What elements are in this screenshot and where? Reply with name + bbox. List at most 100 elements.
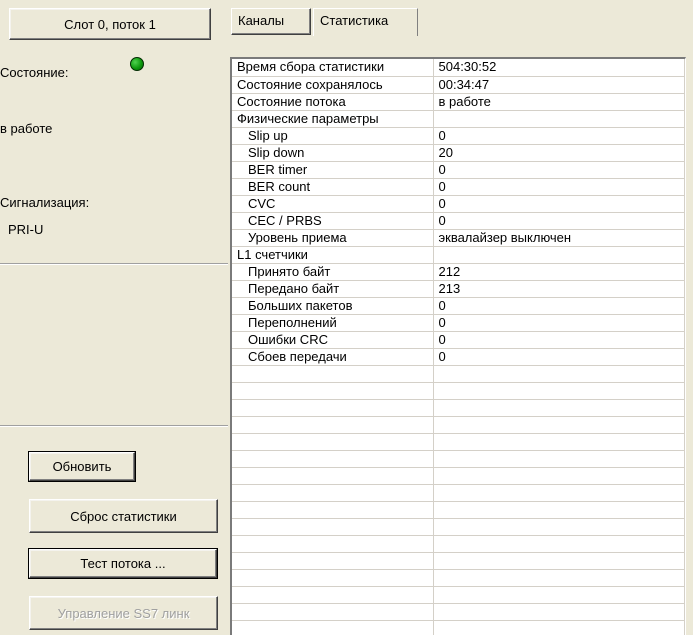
stat-name-cell: CVC	[232, 195, 434, 213]
stat-name-cell	[232, 484, 434, 502]
stream-test-button-label: Тест потока ...	[80, 556, 166, 571]
table-row[interactable]: Время сбора статистики 504:30:52	[232, 59, 685, 77]
stat-name-cell: Ошибки CRC	[232, 331, 434, 349]
stat-value-cell: 0	[433, 297, 685, 315]
table-row[interactable]	[232, 569, 685, 587]
stat-value-cell	[433, 586, 685, 604]
table-row[interactable]	[232, 382, 685, 400]
stat-value-cell: 0	[433, 127, 685, 145]
stat-value-cell: 0	[433, 314, 685, 332]
stat-name-cell: Slip down	[232, 144, 434, 162]
stat-name-cell	[232, 467, 434, 485]
stat-name-cell: Принято байт	[232, 263, 434, 281]
ss7-control-button-label: Управление SS7 линк	[57, 605, 190, 621]
table-row[interactable]: Физические параметры	[232, 110, 685, 128]
table-row[interactable]	[232, 586, 685, 604]
table-row[interactable]: CVC 0	[232, 195, 685, 213]
table-row[interactable]	[232, 365, 685, 383]
stat-name-cell: Slip up	[232, 127, 434, 145]
stat-value-cell	[433, 110, 685, 128]
table-row[interactable]	[232, 416, 685, 434]
stat-name-cell	[232, 620, 434, 635]
table-row[interactable]: Сбоев передачи 0	[232, 348, 685, 366]
tab-statistics[interactable]: Статистика	[313, 8, 418, 36]
table-row[interactable]: BER timer 0	[232, 161, 685, 179]
table-row[interactable]	[232, 535, 685, 553]
state-value: в работе	[0, 121, 53, 136]
table-row[interactable]: Передано байт 213	[232, 280, 685, 298]
stat-name-cell: BER timer	[232, 161, 434, 179]
stat-value-cell	[433, 365, 685, 383]
statistics-grid[interactable]: Время сбора статистики 504:30:52 Состояние…	[230, 57, 686, 635]
table-row[interactable]	[232, 399, 685, 417]
stat-name-cell	[232, 399, 434, 417]
table-row[interactable]	[232, 484, 685, 502]
stat-name-cell: Физические параметры	[232, 110, 434, 128]
stat-name-cell: L1 счетчики	[232, 246, 434, 264]
stat-value-cell	[433, 399, 685, 417]
state-label: Состояние:	[0, 65, 69, 80]
stat-value-cell: эквалайзер выключен	[433, 229, 685, 247]
tab-channels-label: Каналы	[238, 13, 285, 28]
refresh-button-label: Обновить	[52, 459, 112, 474]
stat-value-cell	[433, 433, 685, 451]
stat-name-cell	[232, 586, 434, 604]
signaling-label: Сигнализация:	[0, 195, 90, 210]
stat-value-cell: 0	[433, 178, 685, 196]
reset-stats-button[interactable]: Сброс статистики	[29, 499, 218, 533]
stream-test-button[interactable]: Тест потока ...	[28, 548, 218, 579]
refresh-button[interactable]: Обновить	[28, 451, 136, 482]
table-row[interactable]	[232, 467, 685, 485]
table-row[interactable]: L1 счетчики	[232, 246, 685, 264]
tab-channels[interactable]: Каналы	[231, 8, 311, 35]
stat-name-cell	[232, 535, 434, 553]
table-row[interactable]: CEC / PRBS 0	[232, 212, 685, 230]
stat-name-cell: Передано байт	[232, 280, 434, 298]
table-row[interactable]: Принято байт 212	[232, 263, 685, 281]
stat-value-cell: 00:34:47	[433, 76, 685, 94]
stat-value-cell	[433, 552, 685, 570]
stat-value-cell: 213	[433, 280, 685, 298]
table-row[interactable]	[232, 433, 685, 451]
table-row[interactable]: BER count 0	[232, 178, 685, 196]
table-row[interactable]: Переполнений 0	[232, 314, 685, 332]
table-row[interactable]: Состояние сохранялось 00:34:47	[232, 76, 685, 94]
table-row[interactable]: Больших пакетов 0	[232, 297, 685, 315]
stat-name-cell	[232, 365, 434, 383]
divider-bottom	[0, 425, 228, 427]
table-row[interactable]: Slip down 20	[232, 144, 685, 162]
stat-value-cell: 0	[433, 195, 685, 213]
stat-name-cell	[232, 603, 434, 621]
stat-name-cell: CEC / PRBS	[232, 212, 434, 230]
table-row[interactable]: Slip up 0	[232, 127, 685, 145]
table-row[interactable]	[232, 518, 685, 536]
stat-name-cell: Переполнений	[232, 314, 434, 332]
ss7-control-button[interactable]: Управление SS7 линк	[29, 596, 218, 630]
stat-name-cell: Время сбора статистики	[232, 59, 434, 77]
table-row[interactable]	[232, 603, 685, 621]
stat-name-cell	[232, 450, 434, 468]
stat-name-cell: BER count	[232, 178, 434, 196]
table-row[interactable]	[232, 552, 685, 570]
stat-name-cell	[232, 433, 434, 451]
stat-name-cell	[232, 501, 434, 519]
stat-value-cell	[433, 246, 685, 264]
status-led-icon	[130, 57, 144, 71]
stat-name-cell: Больших пакетов	[232, 297, 434, 315]
stat-value-cell	[433, 603, 685, 621]
table-row[interactable]	[232, 450, 685, 468]
stat-value-cell: 504:30:52	[433, 59, 685, 77]
stat-value-cell: в работе	[433, 93, 685, 111]
stat-value-cell: 212	[433, 263, 685, 281]
table-row[interactable]	[232, 501, 685, 519]
table-row[interactable]	[232, 620, 685, 635]
stat-value-cell	[433, 467, 685, 485]
table-row[interactable]: Уровень приема эквалайзер выключен	[232, 229, 685, 247]
table-row[interactable]: Состояние потока в работе	[232, 93, 685, 111]
stat-name-cell: Сбоев передачи	[232, 348, 434, 366]
stat-name-cell	[232, 569, 434, 587]
stat-name-cell: Состояние потока	[232, 93, 434, 111]
table-row[interactable]: Ошибки CRC 0	[232, 331, 685, 349]
slot-stream-label: Слот 0, поток 1	[9, 8, 211, 40]
stat-name-cell: Состояние сохранялось	[232, 76, 434, 94]
